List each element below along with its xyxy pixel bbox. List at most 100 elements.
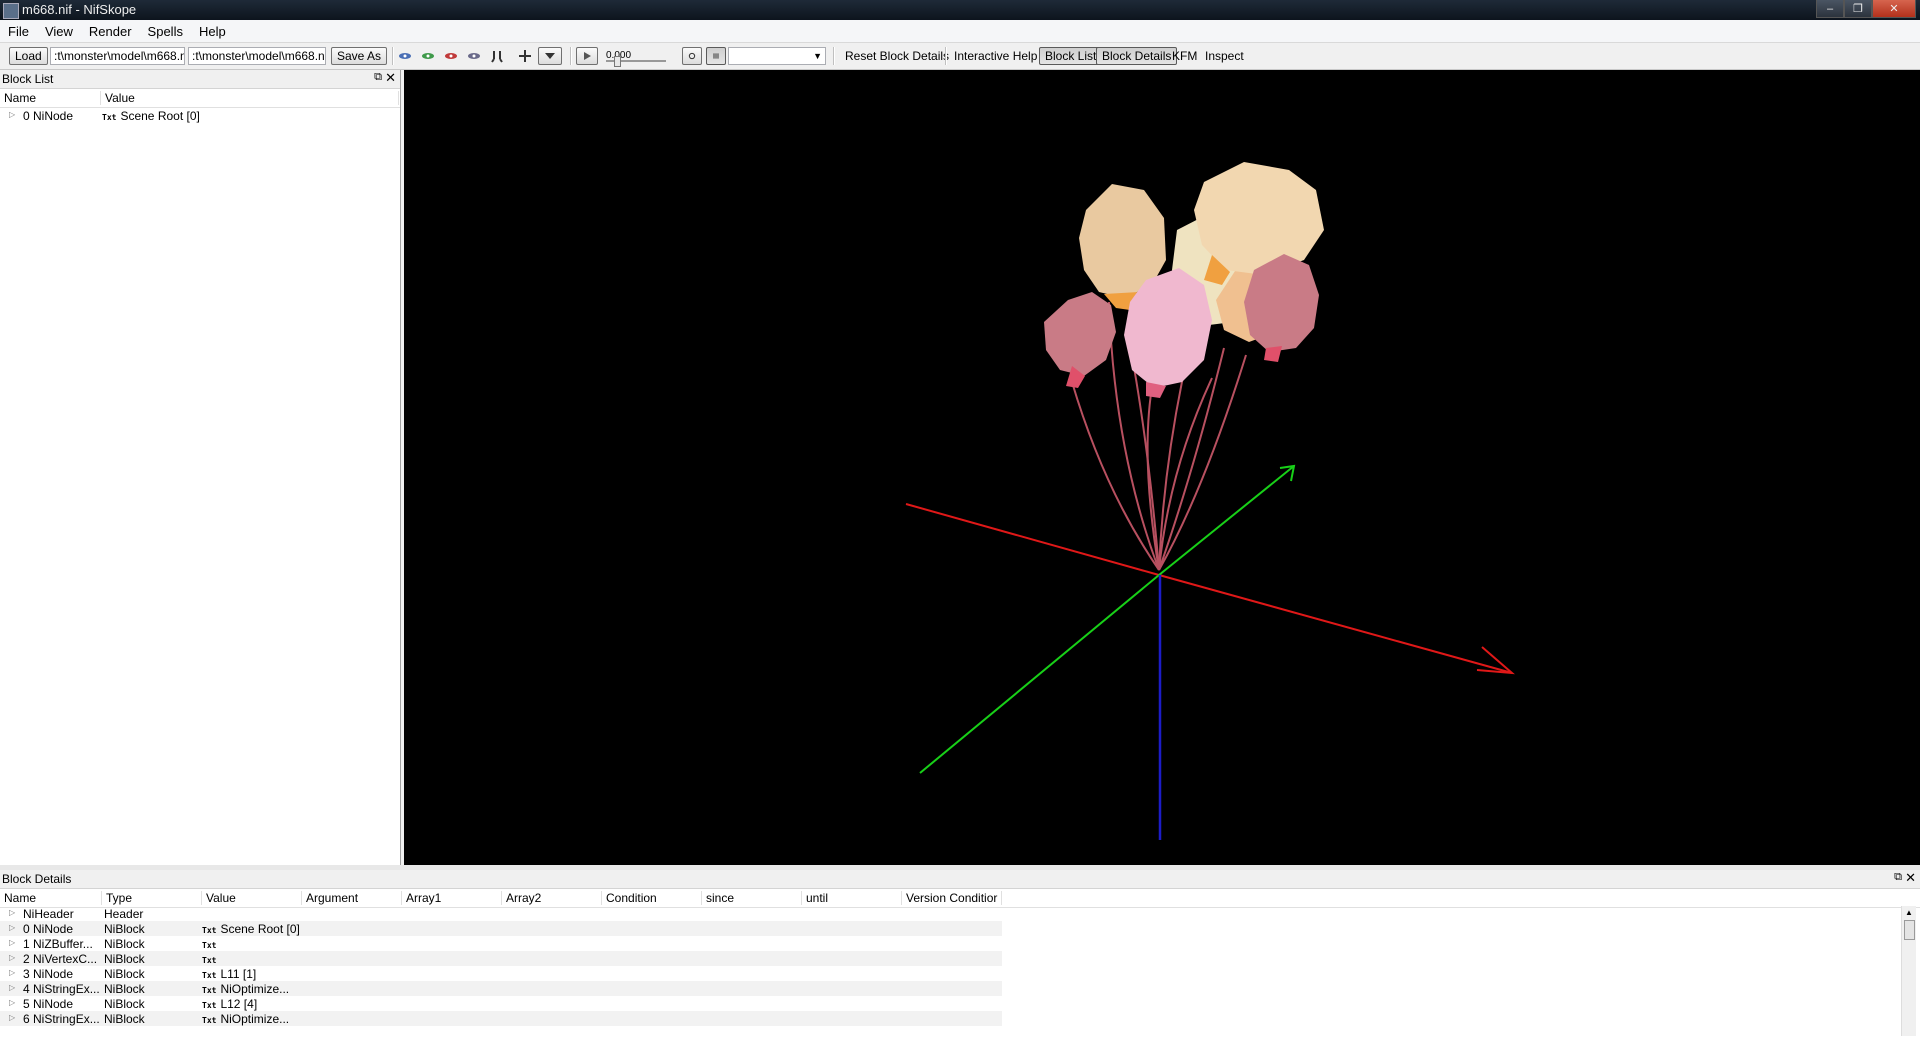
table-row[interactable]: ▷ 5 NiNode NiBlock Txt L12 [4] [0,996,1002,1011]
axes-toggle-icon[interactable] [518,49,532,63]
row-type: NiBlock [104,1012,145,1026]
row-value: Txt Scene Root [0] [202,922,300,936]
load-button[interactable]: Load [9,47,48,65]
close-icon[interactable]: ✕ [385,70,396,86]
row-value: Txt NiOptimize... [202,1012,289,1026]
menu-help[interactable]: Help [191,24,234,39]
column-condition[interactable]: Condition [602,891,702,905]
menu-file[interactable]: File [0,24,37,39]
main-toolbar: Load :t\monster\model\m668.nif :t\monste… [0,43,1920,70]
block-value: Txt Scene Root [0] [102,109,200,123]
block-details-toggle[interactable]: Block Details [1096,47,1178,65]
table-row[interactable]: ▷ NiHeader Header [0,906,1002,921]
column-argument[interactable]: Argument [302,891,402,905]
expand-arrow-icon[interactable]: ▷ [9,953,15,962]
txt-icon: Txt [202,986,217,995]
balloon-model[interactable] [1044,162,1324,398]
load-path-field[interactable]: :t\monster\model\m668.nif [50,47,185,65]
block-list-panel: Block List ⧉ ✕ Name Value ▷ 0 NiNode Txt… [0,70,401,865]
column-array2[interactable]: Array2 [502,891,602,905]
animation-sequence-select[interactable]: ▼ [728,47,826,65]
expand-arrow-icon[interactable]: ▷ [9,998,15,1007]
table-row[interactable]: ▷ 6 NiStringEx... NiBlock Txt NiOptimize.… [0,1011,1002,1026]
column-array1[interactable]: Array1 [402,891,502,905]
scene-canvas[interactable] [404,70,1920,865]
table-row[interactable]: ▷ 2 NiVertexC... NiBlock Txt [0,951,1002,966]
block-list-column-header: Name Value [0,89,400,108]
expand-arrow-icon[interactable]: ▷ [9,938,15,947]
block-list-toggle[interactable]: Block List [1039,47,1103,65]
column-name[interactable]: Name [0,891,102,905]
row-name: 3 NiNode [23,967,74,981]
view-eye-red-icon[interactable] [444,49,458,63]
expand-arrow-icon[interactable]: ▷ [9,923,15,932]
column-version-condition[interactable]: Version Conditior [902,891,1002,905]
row-type: NiBlock [104,997,145,1011]
walk-mode-icon[interactable] [490,49,504,63]
column-value[interactable]: Value [202,891,302,905]
row-name: NiHeader [23,907,74,921]
menu-render[interactable]: Render [81,24,140,39]
view-eye-blue-icon[interactable] [398,49,412,63]
float-icon[interactable]: ⧉ [374,71,382,84]
menu-view[interactable]: View [37,24,81,39]
maximize-button[interactable]: ❐ [1844,0,1872,18]
column-until[interactable]: until [802,891,902,905]
play-button[interactable] [576,47,598,65]
close-button[interactable]: ✕ [1872,0,1916,18]
play-icon [584,52,591,60]
txt-icon: Txt [202,956,217,965]
column-since[interactable]: since [702,891,802,905]
row-name: 6 NiStringEx... [23,1012,100,1026]
block-details-title: Block Details [2,872,72,886]
reset-block-details-button[interactable]: Reset Block Details [845,47,949,65]
txt-icon: Txt [202,1001,217,1010]
expand-arrow-icon[interactable]: ▷ [9,983,15,992]
row-value-text: NiOptimize... [220,1012,290,1026]
row-value: Txt [202,937,220,951]
loop-button[interactable] [682,47,702,65]
menu-spells[interactable]: Spells [140,24,191,39]
column-value[interactable]: Value [101,91,399,105]
kfm-button[interactable]: KFM [1172,47,1197,65]
row-type: NiBlock [104,982,145,996]
view-dropdown-button[interactable] [538,47,562,65]
expand-arrow-icon[interactable]: ▷ [9,968,15,977]
tree-row[interactable]: ▷ 0 NiNode Txt Scene Root [0] [0,108,400,123]
switch-button[interactable] [706,47,726,65]
scrollbar-thumb[interactable] [1904,920,1915,940]
view-eye-green-icon[interactable] [421,49,435,63]
balloon-red-left [1044,292,1116,376]
view-eye-gray-icon[interactable] [467,49,481,63]
balloon-knot-icon [1264,346,1282,362]
save-path-field[interactable]: :t\monster\model\m668.nif [188,47,326,65]
interactive-help-button[interactable]: Interactive Help [954,47,1037,65]
row-type: Header [104,907,144,921]
row-name: 5 NiNode [23,997,74,1011]
save-as-button[interactable]: Save As [331,47,388,65]
expand-arrow-icon[interactable]: ▷ [9,908,15,917]
scroll-up-icon[interactable]: ▲ [1905,908,1913,917]
window-title: m668.nif - NifSkope [22,2,137,17]
block-list-title: Block List [2,72,54,86]
row-type: NiBlock [104,937,145,951]
table-row[interactable]: ▷ 3 NiNode NiBlock Txt L11 [1] [0,966,1002,981]
column-type[interactable]: Type [102,891,202,905]
row-value: Txt [202,952,220,966]
row-name: 0 NiNode [23,922,74,936]
inspect-button[interactable]: Inspect [1205,47,1244,65]
row-type: NiBlock [104,967,145,981]
y-axis-negative [919,574,1160,774]
time-slider-handle[interactable] [614,56,621,67]
minimize-button[interactable]: – [1816,0,1844,18]
table-row[interactable]: ▷ 0 NiNode NiBlock Txt Scene Root [0] [0,921,1002,936]
table-row[interactable]: ▷ 1 NiZBuffer... NiBlock Txt [0,936,1002,951]
close-icon[interactable]: ✕ [1905,870,1916,886]
expand-arrow-icon[interactable]: ▷ [9,110,15,119]
table-row[interactable]: ▷ 4 NiStringEx... NiBlock Txt NiOptimize.… [0,981,1002,996]
render-viewport[interactable] [404,70,1920,865]
vertical-scrollbar[interactable]: ▲ [1901,906,1916,1036]
expand-arrow-icon[interactable]: ▷ [9,1013,15,1022]
column-name[interactable]: Name [0,91,101,105]
float-icon[interactable]: ⧉ [1894,871,1902,884]
